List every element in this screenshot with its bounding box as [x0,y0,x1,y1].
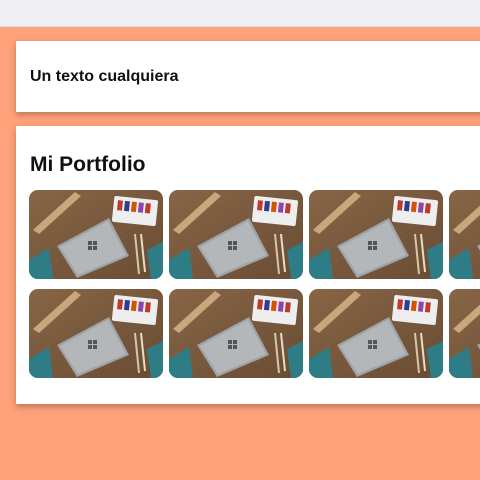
laptop-desk-photo[interactable] [449,190,480,279]
portfolio-title: Mi Portfolio [30,153,146,176]
intro-text: Un texto cualquiera [30,68,179,85]
laptop-desk-photo[interactable] [309,289,443,378]
intro-card: Un texto cualquiera [16,41,480,112]
laptop-desk-photo[interactable] [29,289,163,378]
browser-top-bar [0,0,480,27]
portfolio-gallery [29,190,480,380]
portfolio-card: Mi Portfolio [16,126,480,404]
laptop-desk-photo[interactable] [29,190,163,279]
laptop-desk-photo[interactable] [169,289,303,378]
laptop-desk-photo[interactable] [309,190,443,279]
laptop-desk-photo[interactable] [449,289,480,378]
laptop-desk-photo[interactable] [169,190,303,279]
